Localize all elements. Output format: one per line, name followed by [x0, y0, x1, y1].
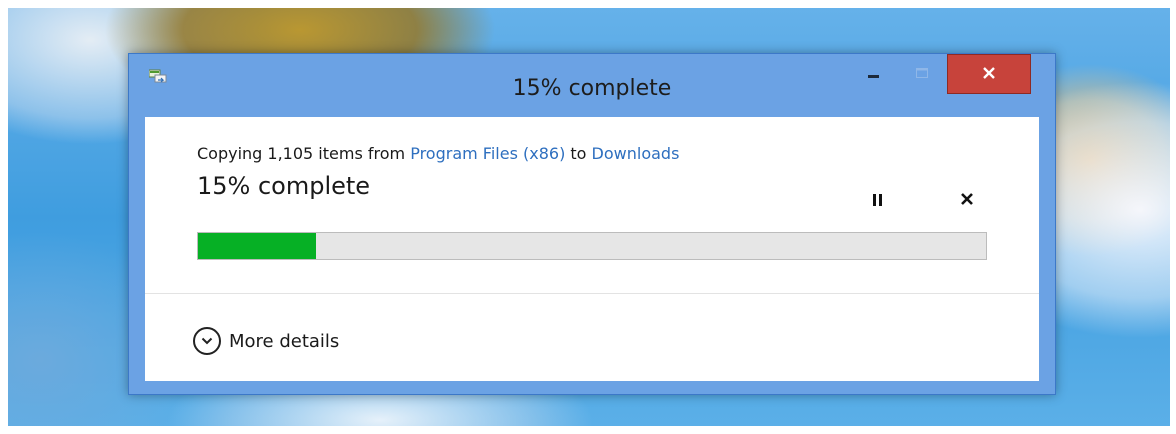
more-details-label: More details	[229, 330, 340, 352]
maximize-button[interactable]	[905, 55, 939, 93]
progress-bar-fill	[198, 233, 317, 259]
chevron-down-circle-icon	[193, 327, 221, 355]
maximize-icon	[915, 65, 929, 84]
destination-folder-link[interactable]: Downloads	[592, 144, 680, 163]
divider	[145, 293, 1039, 294]
percent-complete-text: 15% complete	[197, 172, 371, 200]
to-text: to	[565, 144, 592, 163]
cancel-copy-button[interactable]	[953, 188, 981, 212]
pause-icon	[872, 194, 882, 206]
cancel-icon	[960, 191, 974, 210]
source-folder-link[interactable]: Program Files (x86)	[410, 144, 565, 163]
progress-bar	[197, 232, 987, 260]
title-bar[interactable]: 15% complete	[129, 54, 1055, 118]
dialog-body: Copying 1,105 items from Program Files (…	[145, 117, 1039, 381]
file-copy-window: 15% complete Copying 1,105 items from Pr…	[128, 53, 1056, 395]
minimize-icon	[867, 65, 881, 84]
more-details-toggle[interactable]: More details	[193, 324, 339, 358]
copy-status-line: Copying 1,105 items from Program Files (…	[197, 144, 679, 163]
minimize-button[interactable]	[857, 55, 891, 93]
copy-prefix-text: Copying 1,105 items from	[197, 144, 411, 163]
close-icon	[982, 65, 996, 84]
pause-button[interactable]	[863, 188, 891, 212]
close-button[interactable]	[947, 54, 1031, 94]
